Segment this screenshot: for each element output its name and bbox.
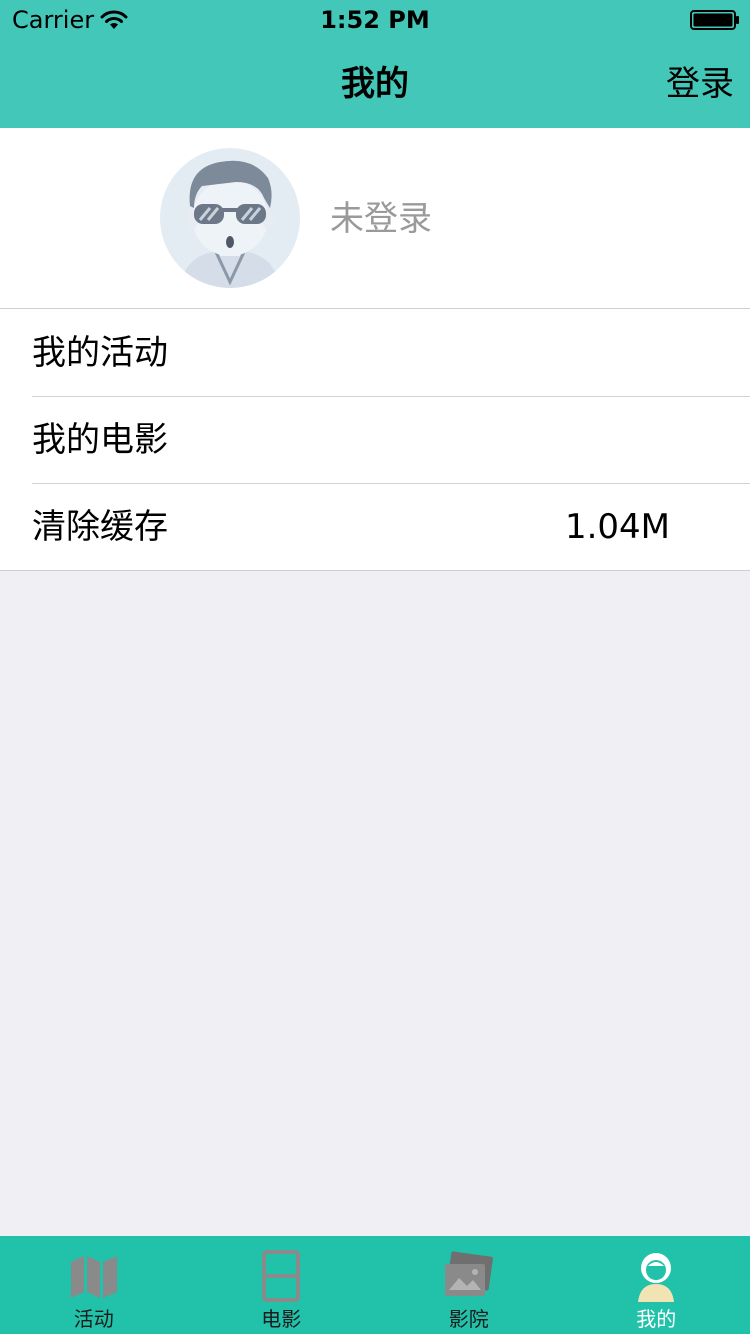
tab-bar: 活动 电影 影院 我的	[0, 1236, 750, 1334]
menu-item-label: 我的电影	[32, 420, 168, 460]
menu-item-my-movies[interactable]: 我的电影	[0, 396, 750, 483]
login-status-text: 未登录	[330, 199, 432, 239]
menu-item-clear-cache[interactable]: 清除缓存 1.04M	[0, 483, 750, 570]
status-bar: Carrier 1:52 PM	[0, 0, 750, 40]
menu-list: 我的活动 我的电影 清除缓存 1.04M	[0, 308, 750, 571]
map-icon	[66, 1248, 122, 1304]
tab-theaters[interactable]: 影院	[375, 1236, 563, 1334]
login-button[interactable]: 登录	[666, 62, 734, 106]
menu-item-my-activities[interactable]: 我的活动	[0, 309, 750, 396]
menu-item-label: 清除缓存	[32, 507, 168, 547]
user-icon	[628, 1248, 684, 1304]
battery-icon	[690, 10, 740, 30]
navigation-header: Carrier 1:52 PM 我的 登录	[0, 0, 750, 128]
tab-label: 我的	[636, 1307, 677, 1331]
status-time: 1:52 PM	[320, 6, 430, 34]
avatar[interactable]	[160, 148, 300, 288]
tab-movies[interactable]: 电影	[188, 1236, 376, 1334]
tab-label: 影院	[448, 1307, 489, 1331]
menu-item-label: 我的活动	[32, 333, 168, 373]
page-title: 我的	[341, 64, 409, 104]
tab-profile[interactable]: 我的	[563, 1236, 750, 1334]
tab-label: 电影	[261, 1307, 302, 1331]
cache-size-value: 1.04M	[564, 507, 670, 547]
theater-icon	[441, 1248, 497, 1304]
tab-activities[interactable]: 活动	[0, 1236, 188, 1334]
tab-label: 活动	[73, 1307, 114, 1331]
profile-section[interactable]: 未登录	[0, 128, 750, 308]
film-icon	[253, 1248, 309, 1304]
